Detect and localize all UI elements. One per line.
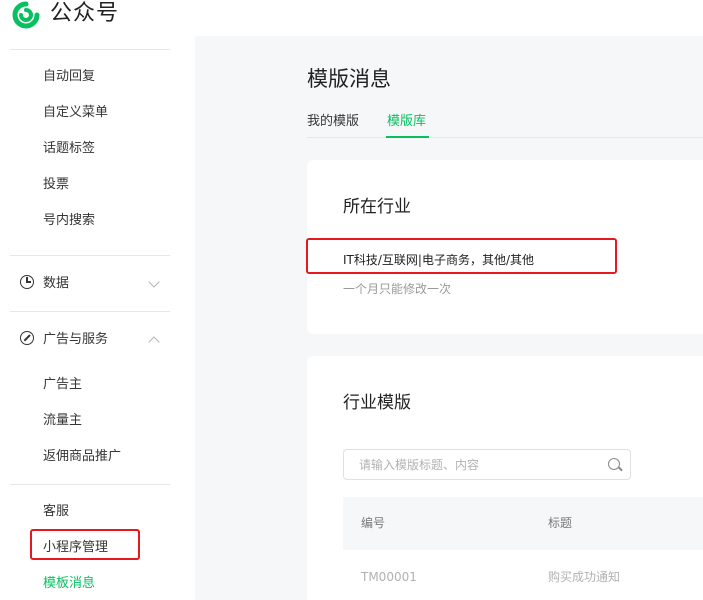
- sidebar-item-custom-menu[interactable]: 自定义菜单: [43, 103, 108, 123]
- chevron-down-icon[interactable]: [148, 276, 160, 288]
- sidebar-item-commission[interactable]: 返佣商品推广: [43, 447, 121, 467]
- search-input[interactable]: 请输入模版标题、内容: [343, 449, 631, 480]
- highlight-box: [30, 529, 140, 560]
- clock-icon: [20, 275, 34, 289]
- chevron-up-icon[interactable]: [148, 336, 160, 348]
- sidebar-divider: [10, 49, 170, 50]
- sidebar-divider: [10, 255, 170, 256]
- sidebar-item-account-search[interactable]: 号内搜索: [43, 211, 95, 231]
- sidebar-divider: [10, 311, 170, 312]
- sidebar-item-advertiser[interactable]: 广告主: [43, 375, 82, 395]
- sidebar-item-topic-tags[interactable]: 话题标签: [43, 139, 95, 159]
- page-title: 模版消息: [307, 67, 391, 91]
- sidebar-divider: [10, 484, 170, 485]
- sidebar-group-ads[interactable]: 广告与服务: [20, 330, 108, 350]
- sidebar-item-customer-service[interactable]: 客服: [43, 502, 69, 522]
- table-cell-id: TM00001: [361, 570, 417, 584]
- sidebar: 自动回复 自定义菜单 话题标签 投票 号内搜索 数据 广告与服务 广告主 流量主…: [0, 36, 195, 600]
- column-header-id: 编号: [361, 516, 386, 530]
- modify-hint: 一个月只能修改一次: [343, 282, 452, 296]
- industry-card-title: 所在行业: [343, 197, 411, 217]
- tab-template-library[interactable]: 模版库: [387, 113, 426, 131]
- sidebar-group-label: 数据: [43, 276, 70, 291]
- compass-icon: [20, 331, 34, 345]
- top-bar: 公众号: [0, 0, 703, 36]
- active-tab-indicator: [386, 136, 429, 138]
- table-cell-title: 购买成功通知: [548, 570, 621, 584]
- sidebar-group-data[interactable]: 数据: [20, 274, 69, 294]
- logo-icon: [12, 1, 40, 29]
- highlight-box: [306, 238, 617, 274]
- sidebar-item-auto-reply[interactable]: 自动回复: [43, 67, 95, 87]
- sidebar-item-publisher[interactable]: 流量主: [43, 411, 82, 431]
- brand-name: 公众号: [50, 1, 120, 26]
- search-icon[interactable]: [608, 458, 620, 470]
- table-header: 编号 标题: [343, 497, 703, 550]
- sidebar-item-template-message[interactable]: 模板消息: [43, 574, 95, 594]
- column-header-title: 标题: [548, 516, 573, 530]
- sidebar-group-label: 广告与服务: [43, 332, 109, 347]
- search-placeholder: 请输入模版标题、内容: [359, 458, 480, 472]
- tab-my-templates[interactable]: 我的模版: [307, 113, 359, 131]
- sidebar-item-vote[interactable]: 投票: [43, 175, 69, 195]
- tab-baseline: [307, 137, 703, 138]
- template-card-title: 行业模版: [343, 393, 411, 413]
